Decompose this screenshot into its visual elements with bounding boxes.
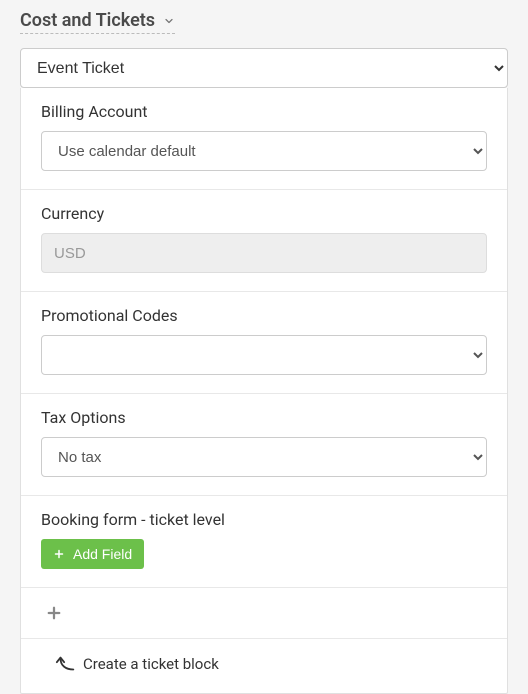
promo-codes-row: Promotional Codes: [21, 292, 507, 394]
add-block-button[interactable]: [37, 600, 71, 626]
create-ticket-block-hint: Create a ticket block: [21, 639, 507, 693]
currency-label: Currency: [41, 204, 487, 223]
currency-input: [41, 233, 487, 273]
booking-form-label: Booking form - ticket level: [41, 510, 487, 529]
billing-account-label: Billing Account: [41, 102, 487, 121]
add-field-button[interactable]: Add Field: [41, 539, 144, 569]
tax-options-select[interactable]: No tax: [41, 437, 487, 477]
create-ticket-block-text: Create a ticket block: [83, 655, 219, 673]
section-header-cost-tickets[interactable]: Cost and Tickets: [20, 10, 175, 34]
plus-icon: [45, 604, 63, 622]
ticket-type-select[interactable]: Event Ticket: [20, 48, 508, 88]
curve-arrow-icon: [55, 653, 77, 675]
tax-options-row: Tax Options No tax: [21, 394, 507, 496]
currency-row: Currency: [21, 190, 507, 292]
booking-form-row: Booking form - ticket level Add Field: [21, 496, 507, 588]
section-title: Cost and Tickets: [20, 10, 155, 31]
promo-codes-label: Promotional Codes: [41, 306, 487, 325]
add-field-label: Add Field: [73, 546, 132, 562]
billing-account-select[interactable]: Use calendar default: [41, 131, 487, 171]
settings-panel: Billing Account Use calendar default Cur…: [20, 88, 508, 694]
plus-icon: [53, 548, 65, 560]
tax-options-label: Tax Options: [41, 408, 487, 427]
promo-codes-select[interactable]: [41, 335, 487, 375]
add-block-row: [21, 588, 507, 639]
billing-account-row: Billing Account Use calendar default: [21, 88, 507, 190]
chevron-down-icon: [163, 15, 175, 27]
